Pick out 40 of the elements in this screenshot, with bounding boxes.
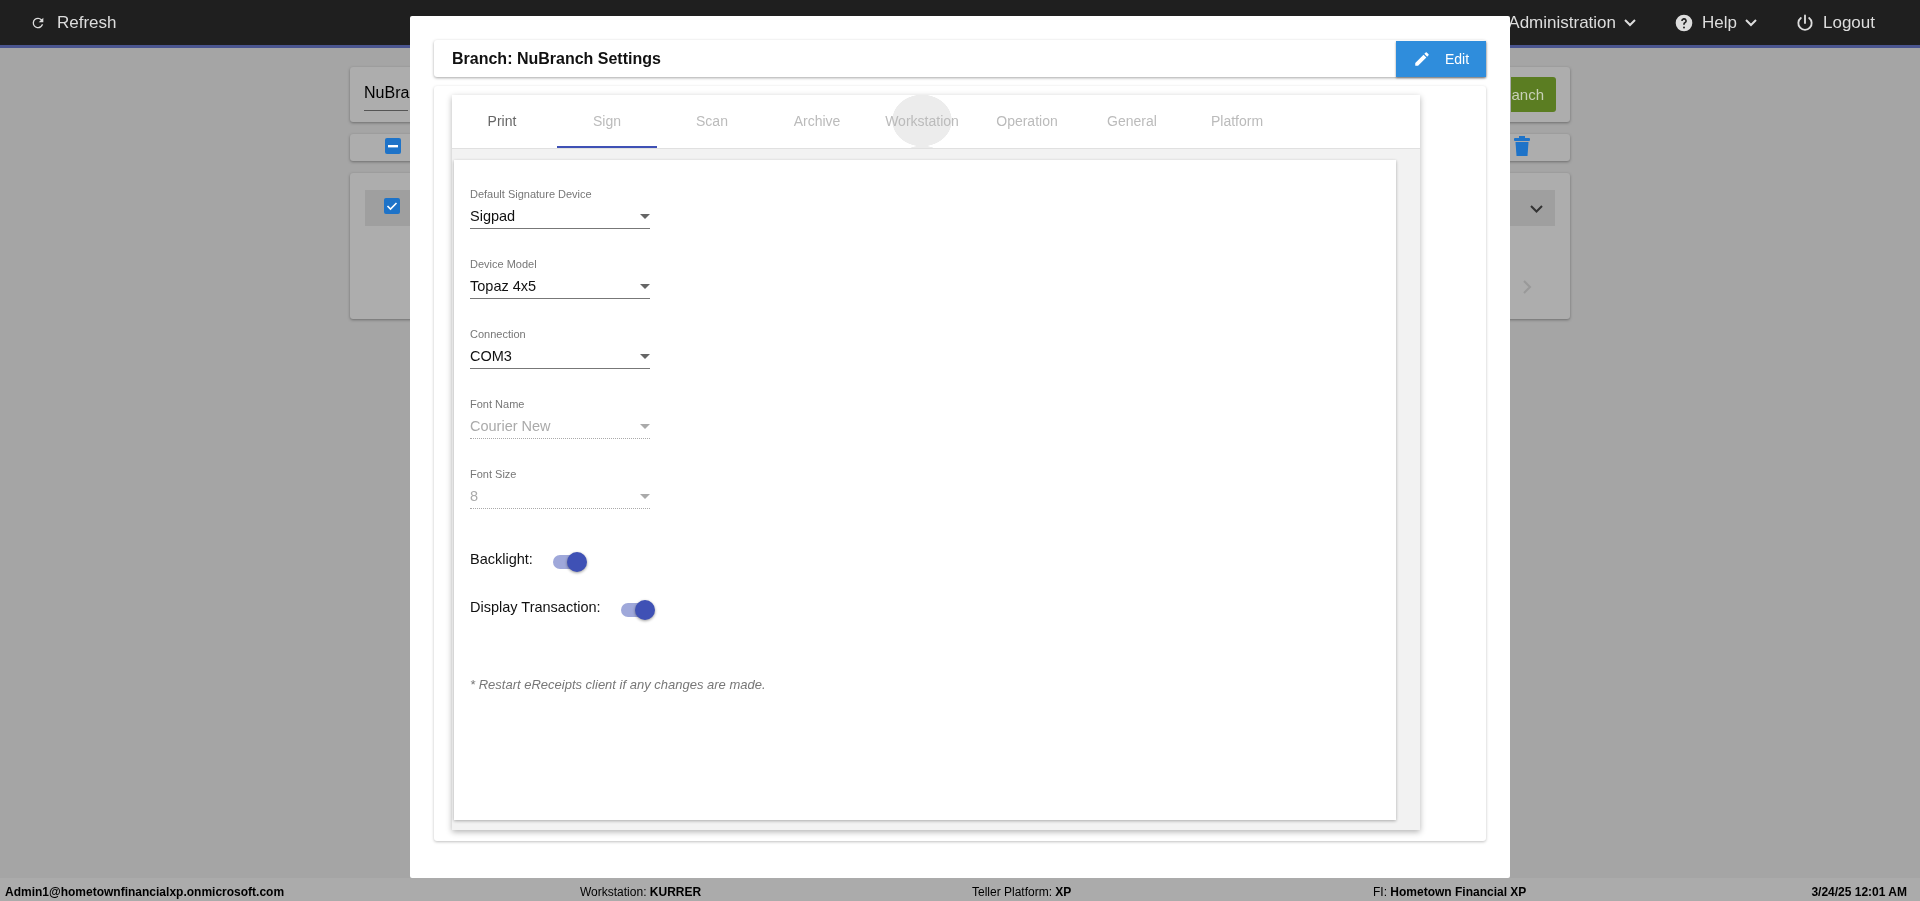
platform-text: Teller Platform: XP — [972, 885, 1073, 899]
field-label: Font Name — [470, 397, 526, 411]
field-label: Device Model — [470, 257, 538, 271]
dropdown-arrow-icon — [640, 283, 650, 289]
edit-button[interactable]: Edit — [1396, 40, 1486, 77]
dropdown-arrow-icon — [640, 423, 650, 429]
toggle-label: Backlight: — [470, 551, 533, 567]
fi-text: FI: Hometown Financial XP — [1373, 885, 1527, 899]
branch-field[interactable]: NuBra — [364, 78, 408, 111]
dropdown-arrow-icon — [640, 493, 650, 499]
tab[interactable]: Print — [452, 95, 552, 148]
dialog-title: Branch: NuBranch Settings — [452, 49, 661, 68]
chevron-down-icon — [1745, 18, 1757, 27]
date-time: 3/24/25 12:01 AM — [1811, 885, 1907, 899]
toggle-label: Display Transaction: — [470, 599, 601, 615]
dropdown-arrow-icon — [640, 353, 650, 359]
field-label: Font Size — [470, 467, 518, 481]
checkbox-indeterminate-icon[interactable] — [385, 137, 401, 154]
field-label: Default Signature Device — [470, 187, 593, 201]
restart-note: * Restart eReceipts client if any changes are made. — [470, 677, 767, 692]
toggle-switch[interactable] — [552, 555, 585, 569]
user-email: Admin1@hometownfinancialxp.onmicrosoft.com — [5, 885, 286, 899]
administration-menu[interactable]: Administration — [1508, 12, 1637, 33]
branch-button[interactable]: anch — [1511, 77, 1556, 112]
help-menu[interactable]: Help — [1674, 12, 1757, 33]
field-label: Connection — [470, 327, 527, 341]
select-field[interactable]: Topaz 4x5 — [470, 271, 650, 299]
dropdown-arrow-icon — [640, 213, 650, 219]
toggle-switch[interactable] — [620, 603, 653, 617]
help-icon — [1674, 12, 1695, 33]
workstation-text: Workstation: KURRER — [580, 885, 703, 899]
checkbox-checked-icon[interactable] — [384, 198, 400, 214]
refresh-button[interactable]: Refresh — [0, 12, 117, 33]
pencil-icon — [1412, 49, 1431, 68]
select-field[interactable]: Sigpad — [470, 201, 650, 229]
power-icon — [1795, 12, 1815, 33]
logout-button[interactable]: Logout — [1795, 12, 1875, 33]
chevron-down-icon[interactable] — [1530, 205, 1543, 213]
select-field[interactable]: COM3 — [470, 341, 650, 369]
chevron-down-icon — [1624, 18, 1637, 27]
